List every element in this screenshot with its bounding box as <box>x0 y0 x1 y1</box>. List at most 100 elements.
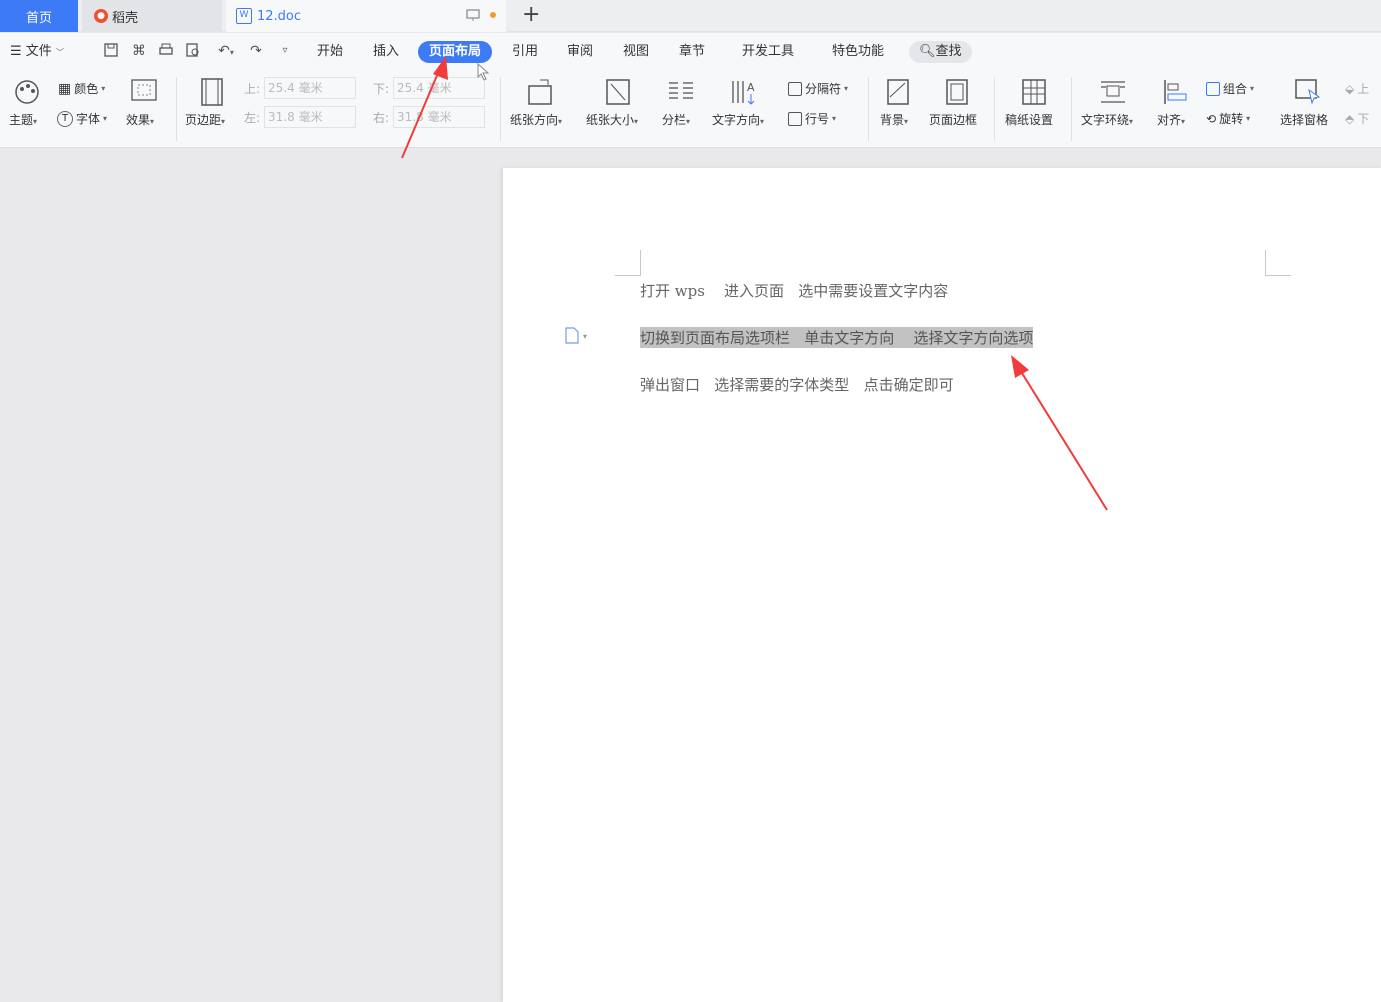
align-button[interactable]: 对齐▾ <box>1157 111 1185 128</box>
margin-bottom-value: 25.4 毫米 <box>397 81 452 95</box>
tab-home[interactable]: 首页 <box>0 0 78 32</box>
bring-forward-button[interactable]: ⬙ 上 <box>1345 80 1369 97</box>
orientation-button[interactable]: 纸张方向▾ <box>510 111 562 128</box>
print-preview-icon[interactable] <box>184 42 202 60</box>
background-button[interactable]: 背景▾ <box>880 111 908 128</box>
line-number-label: 行号 <box>805 112 830 126</box>
margin-icon <box>201 78 223 106</box>
columns-label: 分栏 <box>662 113 687 127</box>
margin-corner-top-left <box>615 250 641 276</box>
color-button[interactable]: ▦ 颜色 ▾ <box>58 80 105 97</box>
print-icon[interactable] <box>157 42 175 60</box>
page-border-label: 页面边框 <box>929 113 978 127</box>
screen-cast-icon[interactable] <box>466 8 480 22</box>
color-label: 颜色 <box>74 82 99 96</box>
effect-button[interactable]: 效果▾ <box>126 111 154 128</box>
tab-page-layout[interactable]: 页面布局 <box>418 41 493 63</box>
paper-setup-label: 稿纸设置 <box>1005 113 1054 127</box>
search-button[interactable]: 🔍︎查找 <box>909 41 972 63</box>
paragraph-handle-icon[interactable]: ▾ <box>564 327 594 345</box>
group-label: 组合 <box>1223 82 1248 96</box>
tab-review[interactable]: 审阅 <box>567 41 593 63</box>
select-pane-icon <box>1295 79 1321 105</box>
send-backward-label: 下 <box>1357 112 1370 126</box>
margin-left-value: 31.8 毫米 <box>268 110 323 124</box>
rotate-label: 旋转 <box>1219 112 1244 126</box>
margin-right-field[interactable]: 右: 31.8 毫米 <box>373 106 486 128</box>
margin-left-field[interactable]: 左: 31.8 毫米 <box>244 106 357 128</box>
document-line-2-selected[interactable]: 切换到页面布局选项栏 单击文字方向 选择文字方向选项 <box>640 327 1034 348</box>
mouse-cursor-icon <box>477 63 490 81</box>
redo-icon[interactable]: ↷ <box>247 42 265 60</box>
unsaved-dot-icon <box>490 12 496 18</box>
font-button[interactable]: T 字体 ▾ <box>57 110 107 127</box>
paper-setup-button[interactable]: 稿纸设置 <box>1005 111 1053 128</box>
paper-size-button[interactable]: 纸张大小▾ <box>586 111 638 128</box>
send-backward-button[interactable]: ⬘ 下 <box>1345 110 1369 127</box>
margin-right-label: 右: <box>373 110 390 125</box>
daoke-logo-icon: ● <box>94 9 108 23</box>
tab-developer[interactable]: 开发工具 <box>742 41 794 63</box>
page-border-button[interactable]: 页面边框 <box>929 111 977 128</box>
file-menu[interactable]: ☰ 文件 ﹀ <box>10 41 64 63</box>
more-chevron-icon[interactable]: ▿ <box>276 42 294 60</box>
margin-top-field[interactable]: 上: 25.4 毫米 <box>244 77 357 99</box>
file-menu-label: 文件 <box>25 44 52 59</box>
margin-label: 页边距 <box>185 113 222 127</box>
tab-chapter[interactable]: 章节 <box>679 41 705 63</box>
line-number-icon <box>788 111 802 126</box>
break-icon <box>788 81 802 96</box>
rotate-icon: ⟲ <box>1206 111 1217 126</box>
new-tab-button[interactable]: + <box>522 2 540 27</box>
font-label: 字体 <box>76 112 101 126</box>
margin-corner-top-right <box>1265 250 1291 276</box>
margin-button[interactable]: 页边距▾ <box>185 111 225 128</box>
layer-down-icon: ⬘ <box>1345 111 1355 126</box>
tab-insert[interactable]: 插入 <box>373 41 399 63</box>
tab-daoke-label: 稻壳 <box>112 10 139 26</box>
background-label: 背景 <box>880 113 905 127</box>
text-direction-icon: A <box>732 81 755 105</box>
theme-label: 主题 <box>9 113 34 127</box>
palette-icon <box>15 80 39 104</box>
document-line-3[interactable]: 弹出窗口 选择需要的字体类型 点击确定即可 <box>640 374 954 395</box>
undo-icon[interactable]: ↶▾ <box>212 42 240 60</box>
tab-document[interactable]: W 12.doc <box>226 0 506 32</box>
align-label: 对齐 <box>1157 113 1182 127</box>
line-number-button[interactable]: 行号 ▾ <box>788 110 836 127</box>
theme-button[interactable]: 主题▾ <box>9 111 37 128</box>
document-line-1[interactable]: 打开 wps 进入页面 选中需要设置文字内容 <box>640 280 948 301</box>
format-painter-icon[interactable]: ⌘ <box>130 42 148 60</box>
save-icon[interactable] <box>102 42 120 60</box>
font-t-icon: T <box>57 110 73 127</box>
text-direction-button[interactable]: 文字方向▾ <box>712 111 764 128</box>
text-wrap-icon <box>1101 81 1125 103</box>
tab-special-features[interactable]: 特色功能 <box>832 41 884 63</box>
hamburger-icon: ☰ <box>10 44 26 59</box>
margin-right-value: 31.8 毫米 <box>397 110 452 124</box>
search-icon: 🔍︎ <box>919 44 936 59</box>
tab-home-label: 首页 <box>25 10 52 26</box>
tab-bar: 首页 ● 稻壳 W 12.doc + <box>0 0 1381 32</box>
columns-button[interactable]: 分栏▾ <box>662 111 690 128</box>
tab-view[interactable]: 视图 <box>623 41 649 63</box>
svg-text:A: A <box>747 81 755 94</box>
tab-daoke[interactable]: ● 稻壳 <box>82 0 222 32</box>
tab-references[interactable]: 引用 <box>512 41 538 63</box>
paper-size-label: 纸张大小 <box>586 113 635 127</box>
tab-start[interactable]: 开始 <box>317 41 343 63</box>
margin-top-label: 上: <box>244 81 261 96</box>
rotate-button[interactable]: ⟲ 旋转 ▾ <box>1206 110 1250 127</box>
margin-bottom-field[interactable]: 下: 25.4 毫米 <box>373 77 486 99</box>
margin-top-value: 25.4 毫米 <box>268 81 323 95</box>
grid-icon: ▦ <box>58 80 72 97</box>
text-wrap-button[interactable]: 文字环绕▾ <box>1081 111 1133 128</box>
align-icon <box>1164 80 1187 104</box>
layer-up-icon: ⬙ <box>1345 81 1355 96</box>
group-button[interactable]: 组合 ▾ <box>1206 80 1254 97</box>
break-button[interactable]: 分隔符 ▾ <box>788 80 848 97</box>
select-pane-button[interactable]: 选择窗格 <box>1280 111 1328 128</box>
menu-bar: ☰ 文件 ﹀ ⌘ ↶▾ ↷ ▿ 开始 插入 页面布局 引用 审阅 视图 章节 开… <box>0 33 1381 71</box>
text-wrap-label: 文字环绕 <box>1081 113 1130 127</box>
paper-setup-icon <box>1022 79 1046 105</box>
